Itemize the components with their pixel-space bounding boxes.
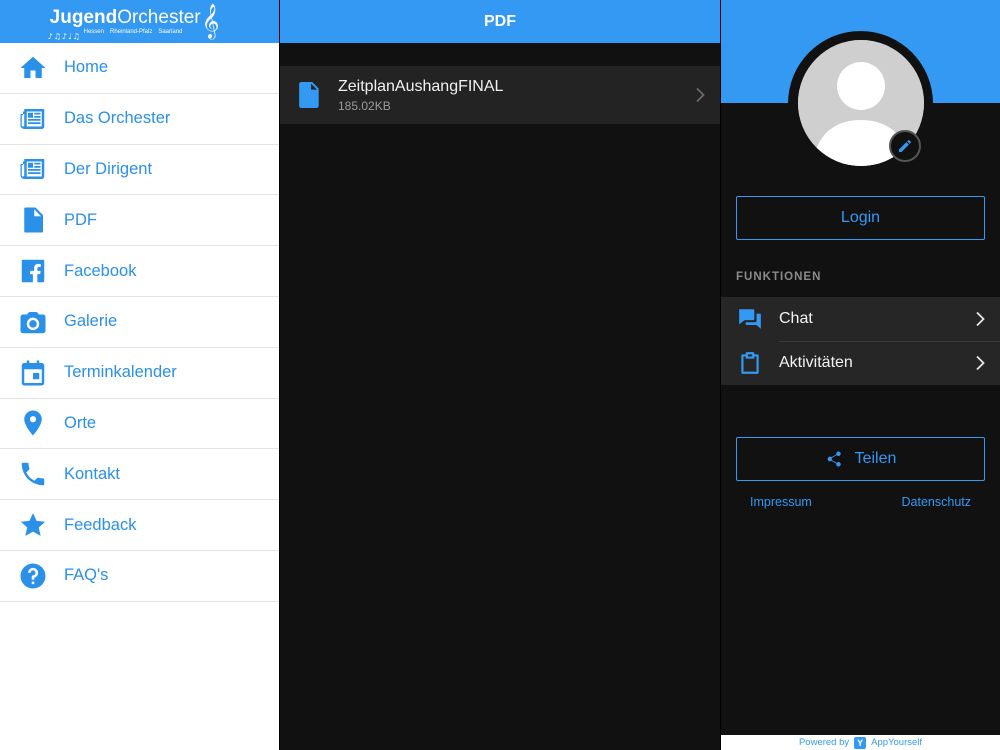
function-item-label: Aktivitäten — [779, 354, 853, 371]
question-icon — [0, 561, 64, 591]
sidebar-item-der-dirigent[interactable]: Der Dirigent — [0, 145, 279, 196]
clipboard-icon — [721, 350, 779, 376]
sidebar-item-das-orchester[interactable]: Das Orchester — [0, 94, 279, 145]
sidebar-item-label: Das Orchester — [64, 109, 171, 128]
profile-panel: Login FUNKTIONEN Chat Aktivitäten Teilen… — [721, 0, 1000, 750]
sidebar-item-label: Home — [64, 58, 109, 77]
logo-bar: JugendOrchester Hessen Rheinland-Pfalz S… — [0, 0, 279, 43]
file-icon — [0, 205, 64, 235]
newspaper-icon — [0, 104, 64, 134]
sidebar-item-orte[interactable]: Orte — [0, 399, 279, 450]
divider — [779, 341, 1000, 342]
sidebar-item-label: Feedback — [64, 515, 137, 534]
login-button-label: Login — [840, 209, 881, 226]
sidebar-item-pdf[interactable]: PDF — [0, 195, 279, 247]
function-list: Chat Aktivitäten — [721, 297, 1000, 385]
sidebar-item-home[interactable]: Home — [0, 43, 279, 94]
sidebar-item-faq[interactable]: FAQ's — [0, 551, 279, 602]
sidebar-item-label: PDF — [64, 210, 97, 229]
file-size: 185.02KB — [338, 98, 391, 113]
map-pin-icon — [0, 408, 64, 438]
sidebar: JugendOrchester Hessen Rheinland-Pfalz S… — [0, 0, 279, 750]
app-logo[interactable]: JugendOrchester Hessen Rheinland-Pfalz S… — [48, 3, 230, 41]
powered-by-footer[interactable]: Powered by Y AppYourself — [721, 735, 1000, 750]
sidebar-item-terminkalender[interactable]: Terminkalender — [0, 348, 279, 399]
login-button[interactable]: Login — [736, 196, 985, 240]
function-item-aktivitaeten[interactable]: Aktivitäten — [721, 341, 1000, 385]
edit-profile-button[interactable] — [889, 130, 921, 162]
sidebar-item-label: Kontakt — [64, 464, 120, 483]
chevron-right-icon — [960, 311, 1000, 327]
powered-by-brand: AppYourself — [871, 737, 923, 748]
pencil-icon — [899, 140, 911, 152]
pdf-header: PDF — [280, 0, 720, 43]
share-button[interactable]: Teilen — [736, 437, 985, 481]
sidebar-item-label: Orte — [64, 413, 97, 432]
chevron-right-icon — [680, 87, 720, 103]
datenschutz-link[interactable]: Datenschutz — [902, 495, 971, 509]
sidebar-item-kontakt[interactable]: Kontakt — [0, 449, 279, 501]
logo-regular-text: Orchester — [117, 7, 201, 28]
calendar-icon — [0, 358, 64, 388]
logo-bold-text: Jugend — [49, 7, 118, 28]
facebook-icon — [0, 256, 64, 286]
logo-region: Hessen — [83, 29, 104, 35]
share-button-label: Teilen — [854, 450, 897, 467]
impressum-link[interactable]: Impressum — [750, 495, 812, 509]
newspaper-icon — [0, 154, 64, 184]
phone-icon — [0, 459, 64, 489]
treble-clef-icon: 𝄞 — [201, 3, 220, 39]
star-icon — [0, 510, 64, 540]
pdf-panel: PDF ZeitplanAushangFINAL 185.02KB — [280, 0, 720, 750]
sidebar-item-galerie[interactable]: Galerie — [0, 297, 279, 348]
appyourself-logo-icon: Y — [854, 736, 867, 749]
function-item-label: Chat — [779, 310, 813, 327]
camera-icon — [0, 307, 64, 337]
powered-by-text: Powered by — [798, 737, 850, 748]
sidebar-item-label: Der Dirigent — [64, 159, 153, 178]
file-icon — [280, 82, 338, 108]
section-label-funktionen: FUNKTIONEN — [736, 271, 822, 283]
file-name: ZeitplanAushangFINAL — [338, 77, 504, 95]
sidebar-item-label: FAQ's — [64, 566, 109, 585]
chat-icon — [721, 306, 779, 332]
sidebar-item-feedback[interactable]: Feedback — [0, 500, 279, 551]
page-title: PDF — [484, 12, 516, 30]
logo-region: Saarland — [158, 29, 183, 35]
share-icon — [827, 451, 841, 467]
home-icon — [0, 53, 64, 83]
footer-links: Impressum Datenschutz — [721, 495, 1000, 509]
sidebar-item-label: Facebook — [64, 261, 137, 280]
music-notes-icon: ♪♫♪♩♫ — [47, 31, 81, 41]
sidebar-item-label: Terminkalender — [64, 363, 177, 382]
logo-region: Rheinland-Pfalz — [109, 29, 153, 35]
sidebar-item-facebook[interactable]: Facebook — [0, 246, 279, 297]
function-item-chat[interactable]: Chat — [721, 297, 1000, 341]
file-list-item[interactable]: ZeitplanAushangFINAL 185.02KB — [280, 66, 720, 124]
chevron-right-icon — [960, 355, 1000, 371]
sidebar-item-label: Galerie — [64, 312, 118, 331]
